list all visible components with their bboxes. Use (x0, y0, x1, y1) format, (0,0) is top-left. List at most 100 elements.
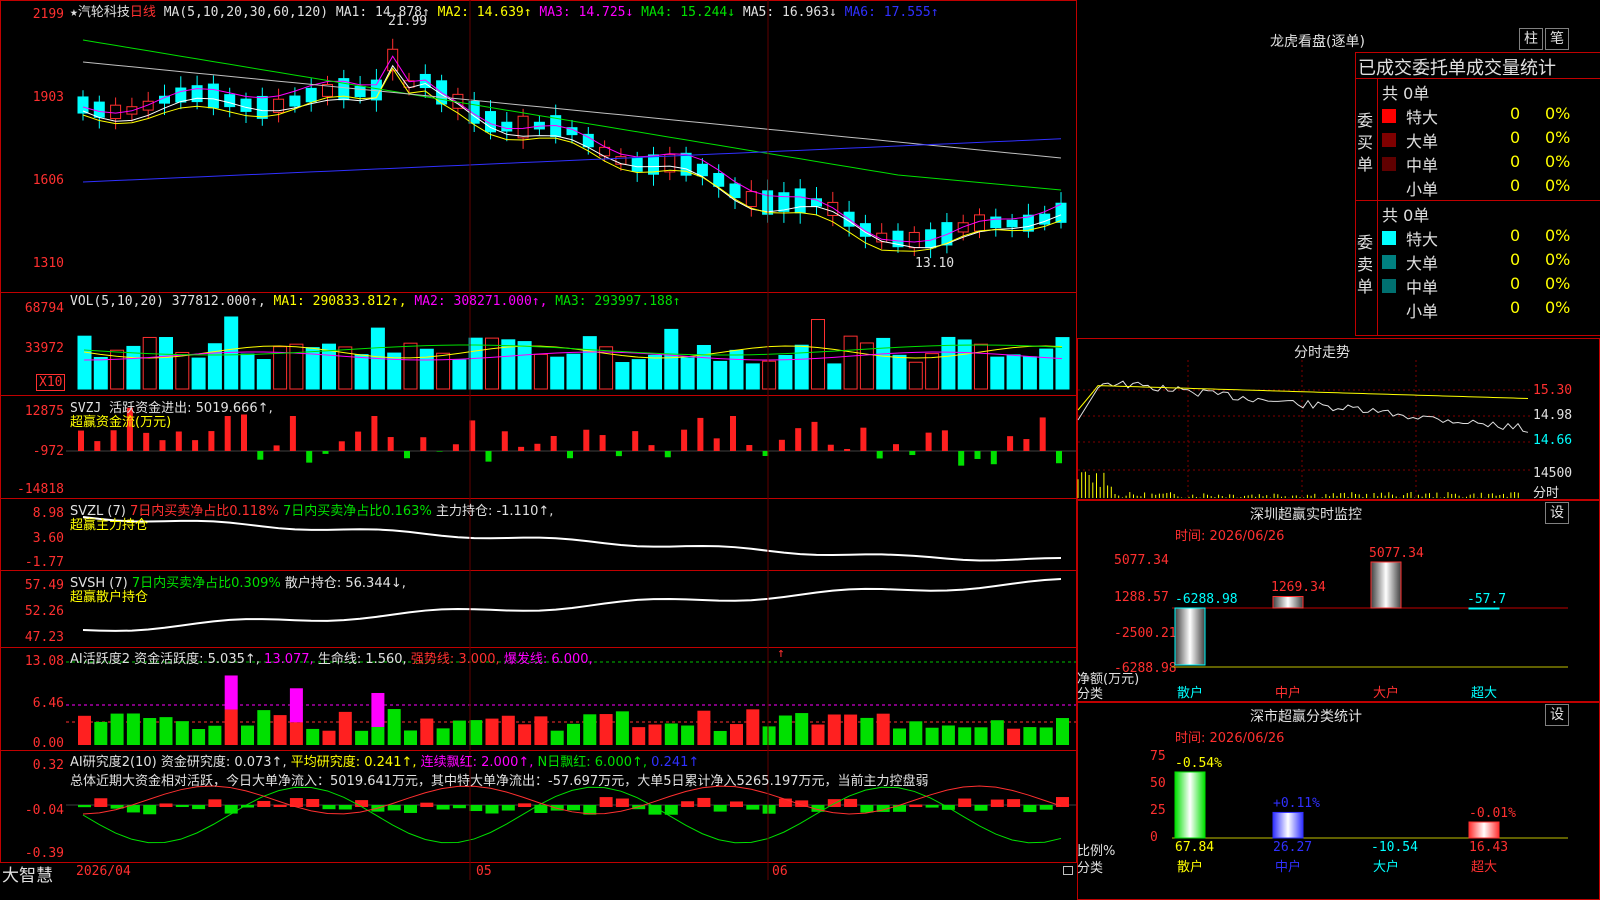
intraday-title: 分时走势 (1294, 345, 1350, 361)
sz-class-cat-1: 中户 (1275, 860, 1302, 875)
flow-bar (860, 427, 867, 451)
research-bar (925, 805, 939, 808)
activity-bar (175, 721, 189, 745)
flow-bar (567, 451, 573, 459)
flow-bar (958, 451, 965, 466)
activity-bar (762, 726, 776, 745)
price-candle (713, 172, 725, 187)
buy-row-pct: 0% (1545, 104, 1571, 123)
activity-bar (909, 721, 923, 745)
sz-monitor-axis-0: 5077.34 (1114, 553, 1169, 568)
activity-bar (241, 725, 254, 745)
activity-bar (583, 714, 597, 745)
activity-bar (599, 714, 613, 745)
ma5-value: MA5: 16.963↓ (742, 5, 837, 20)
svzj-axis-0: 12875 (24, 404, 64, 419)
research-bar (355, 800, 369, 807)
research-bar (159, 803, 173, 807)
flow-bar (876, 451, 883, 459)
research-bar (844, 798, 858, 807)
sz-monitor-settings-button[interactable]: 设 (1545, 502, 1569, 524)
flow-bar (257, 451, 264, 460)
activity-bar (452, 720, 466, 745)
price-axis-0: 2199 (32, 7, 64, 22)
research-bar (208, 799, 222, 807)
sell-row-val: 0 (1510, 274, 1521, 293)
main-chart-canvas (66, 0, 1076, 880)
volume-bar (1022, 356, 1037, 390)
volume-bar (892, 354, 907, 390)
sz-class-settings-button[interactable]: 设 (1545, 704, 1569, 726)
flow-bar (990, 451, 997, 465)
flow-bar (306, 451, 313, 463)
buy-row-pct: 0% (1545, 128, 1571, 147)
activity-bar (941, 725, 955, 745)
activity-bar (1023, 727, 1037, 745)
activity-bar (811, 724, 825, 745)
lock-icon[interactable] (1063, 866, 1073, 875)
sz-class-time: 时间: 2026/06/26 (1175, 731, 1285, 746)
research-bar (681, 801, 695, 807)
flow-bar (387, 437, 394, 451)
research-bar (958, 798, 972, 807)
sz-class-value-3: 16.43 (1469, 840, 1509, 855)
price-candle (680, 152, 692, 176)
activity-bar (355, 730, 369, 745)
intraday-axis-3: 14500 (1533, 466, 1573, 481)
flow-bar (632, 431, 639, 451)
svzl-axis-1: 3.60 (32, 531, 64, 546)
activity-bar (485, 718, 499, 745)
price-candle (77, 96, 89, 114)
research-bar (599, 797, 613, 807)
intraday-axis-2: 14.66 (1533, 433, 1573, 448)
price-candle (110, 104, 122, 120)
bar-mode-button[interactable]: 柱 (1519, 28, 1543, 50)
activity-bar (550, 730, 564, 745)
price-candle (354, 85, 366, 98)
activity-bar (648, 724, 662, 745)
price-candle (224, 94, 236, 108)
ai2-d: N日飘红: 6.000↑, (537, 755, 648, 770)
flow-bar (974, 451, 981, 459)
ai1-a: 资金活跃度: 5.035↑, (134, 652, 260, 667)
price-candle (289, 95, 301, 107)
tick-mode-button[interactable]: 笔 (1545, 28, 1569, 50)
flow-bar (518, 446, 525, 451)
price-header: ★汽轮科技日线 MA(5,10,20,30,60,120) MA1: 14.87… (70, 1, 939, 20)
flow-bar (159, 440, 166, 451)
stock-name[interactable]: 汽轮科技 (78, 5, 130, 20)
flow-bar (615, 451, 622, 457)
price-candle (501, 121, 513, 132)
ai2-axis-2: -0.39 (24, 846, 64, 861)
activity-bar (860, 717, 874, 745)
date-label-1: 05 (476, 864, 492, 879)
research-bar (338, 805, 352, 810)
price-candle (631, 157, 643, 172)
flow-bar (941, 430, 948, 451)
sz-class-axis-3: 0 (1150, 830, 1158, 845)
sz-monitor-cat-0: 散户 (1177, 686, 1204, 701)
research-bar (615, 798, 629, 807)
research-bar (387, 805, 401, 811)
activity-bar (159, 717, 173, 745)
sell-row-pct: 0% (1545, 274, 1571, 293)
price-candle (582, 133, 594, 148)
sz-monitor-value-1: 1269.34 (1271, 580, 1326, 596)
flow-bar (1023, 439, 1030, 451)
price-low-mark: 13.10 (915, 256, 955, 271)
volume-bar (175, 351, 190, 390)
volume-bar (680, 357, 695, 390)
buy-row-pct: 0% (1545, 176, 1571, 195)
svzl-sell: 7日内买卖净占比0.163% (282, 504, 432, 519)
flow-bar (94, 441, 101, 451)
sell-total: 共 0单 (1382, 206, 1430, 225)
ai2-a: 资金研究度: 0.073↑, (160, 755, 287, 770)
intraday-panel[interactable] (1077, 338, 1600, 500)
activity-bar (518, 724, 532, 745)
flow-bar (583, 429, 590, 451)
activity-bar (893, 728, 906, 745)
period-label[interactable]: 日线 (130, 5, 156, 20)
dragon-title: 龙虎看盘(逐单) (1270, 34, 1365, 50)
flow-bar (355, 431, 362, 451)
research-bar (452, 805, 466, 809)
